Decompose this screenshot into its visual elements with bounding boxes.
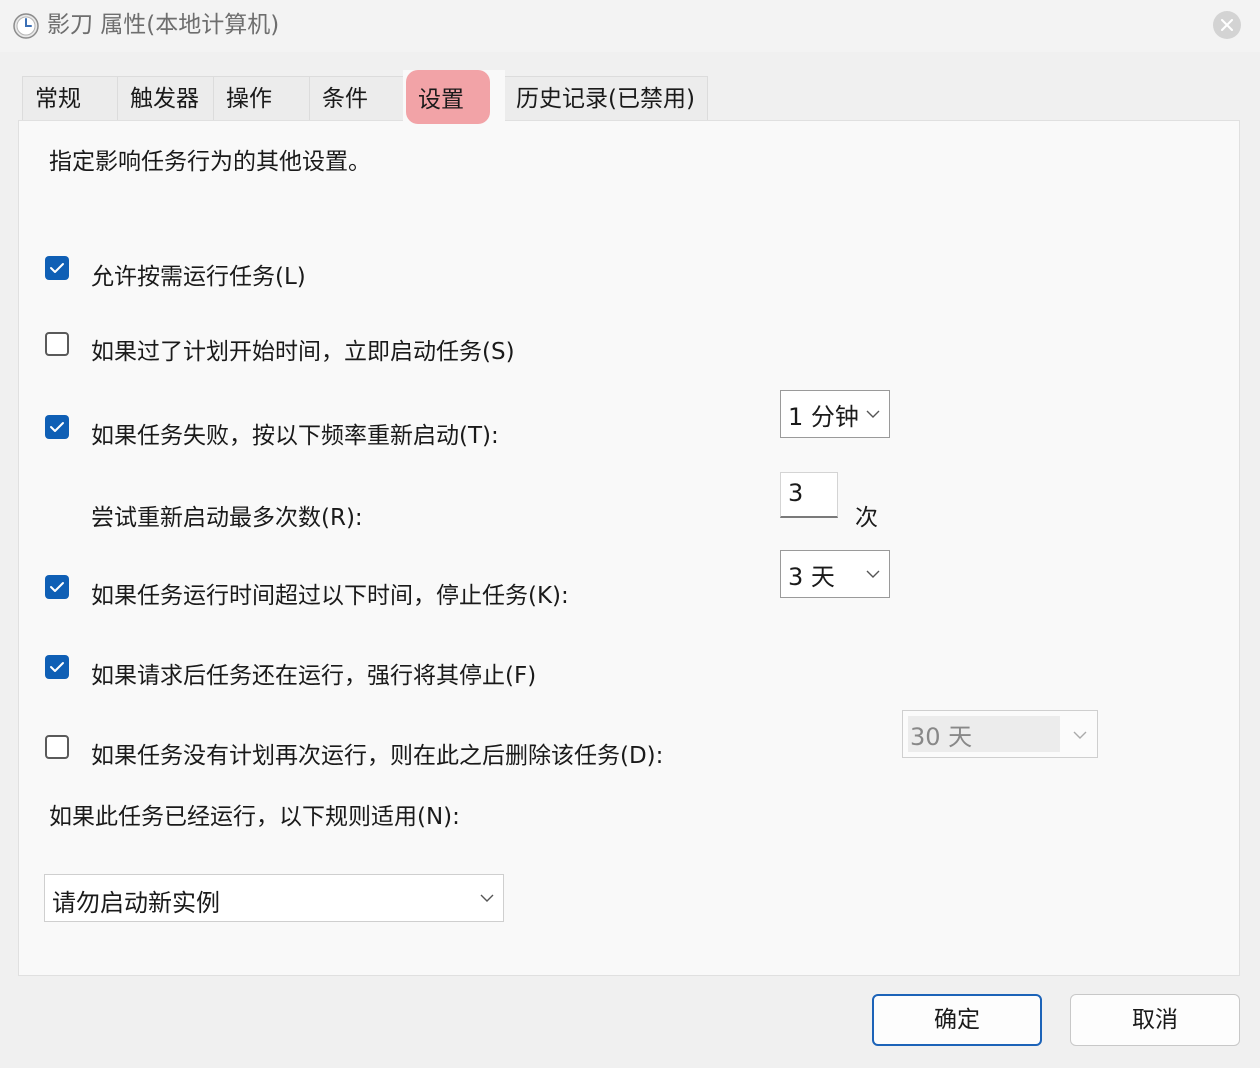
- close-button[interactable]: [1213, 11, 1241, 39]
- checkmark-icon: [50, 422, 64, 432]
- tab-history[interactable]: 历史记录(已禁用): [503, 76, 708, 120]
- stop-duration-dropdown[interactable]: 3 天: [780, 550, 890, 598]
- close-icon: [1221, 19, 1233, 31]
- run-missed-checkbox[interactable]: [45, 332, 69, 356]
- cancel-button[interactable]: 取消: [1070, 994, 1240, 1046]
- delete-after-dropdown: 30 天: [902, 710, 1098, 758]
- restart-attempts-value: 3: [788, 479, 804, 507]
- restart-interval-dropdown[interactable]: 1 分钟: [780, 390, 890, 438]
- chevron-down-icon: [480, 894, 494, 902]
- tab-triggers[interactable]: 触发器: [117, 76, 214, 120]
- chevron-down-icon: [866, 570, 880, 578]
- tab-general[interactable]: 常规: [22, 76, 118, 120]
- title-bar: 影刀 属性(本地计算机): [0, 0, 1260, 52]
- instance-rule-label: 如果此任务已经运行，以下规则适用(N):: [49, 804, 460, 830]
- clock-icon: [13, 13, 39, 39]
- restart-attempts-unit: 次: [855, 505, 878, 531]
- force-stop-checkbox[interactable]: [45, 655, 69, 679]
- tab-settings-label: 设置: [418, 87, 464, 113]
- settings-panel: [18, 120, 1240, 976]
- chevron-down-icon: [1073, 731, 1087, 739]
- instance-rule-dropdown[interactable]: 请勿启动新实例: [44, 874, 504, 922]
- delete-if-not-scheduled-label: 如果任务没有计划再次运行，则在此之后删除该任务(D):: [91, 743, 664, 769]
- run-missed-label: 如果过了计划开始时间，立即启动任务(S): [91, 339, 515, 365]
- checkmark-icon: [50, 263, 64, 273]
- restart-attempts-input[interactable]: 3: [780, 472, 838, 518]
- checkmark-icon: [50, 662, 64, 672]
- tab-actions[interactable]: 操作: [213, 76, 310, 120]
- stop-if-long-label: 如果任务运行时间超过以下时间，停止任务(K):: [91, 583, 569, 609]
- settings-description: 指定影响任务行为的其他设置。: [49, 149, 371, 175]
- allow-on-demand-label: 允许按需运行任务(L): [91, 264, 306, 290]
- chevron-down-icon: [866, 410, 880, 418]
- restart-interval-value: 1 分钟: [788, 403, 859, 431]
- tab-conditions[interactable]: 条件: [309, 76, 404, 120]
- restart-on-fail-checkbox[interactable]: [45, 415, 69, 439]
- allow-on-demand-checkbox[interactable]: [45, 256, 69, 280]
- restart-attempts-label: 尝试重新启动最多次数(R):: [91, 505, 363, 531]
- instance-rule-value: 请勿启动新实例: [52, 889, 220, 917]
- ok-button[interactable]: 确定: [872, 994, 1042, 1046]
- window-title: 影刀 属性(本地计算机): [47, 12, 280, 38]
- delete-after-value: 30 天: [910, 723, 973, 751]
- delete-if-not-scheduled-checkbox[interactable]: [45, 735, 69, 759]
- stop-if-long-checkbox[interactable]: [45, 575, 69, 599]
- stop-duration-value: 3 天: [788, 563, 835, 591]
- restart-on-fail-label: 如果任务失败，按以下频率重新启动(T):: [91, 423, 499, 449]
- checkmark-icon: [50, 582, 64, 592]
- force-stop-label: 如果请求后任务还在运行，强行将其停止(F): [91, 663, 537, 689]
